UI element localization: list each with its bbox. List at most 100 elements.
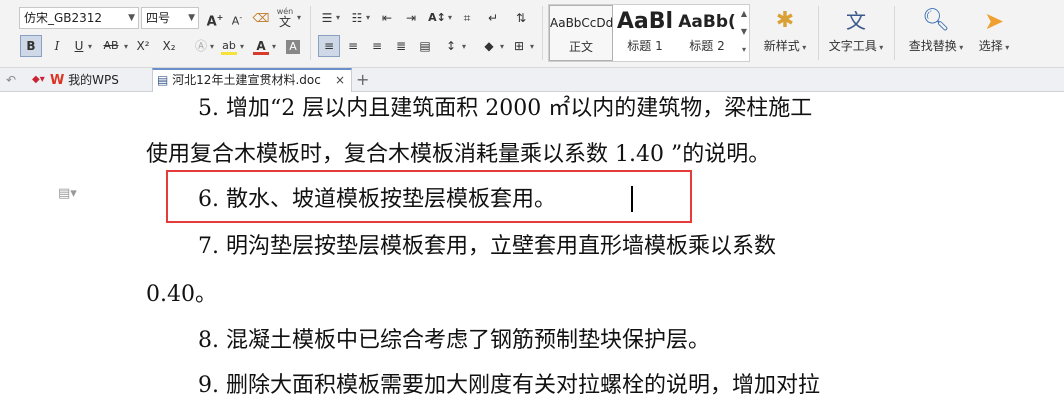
paragraph-line: 0.40。 xyxy=(146,282,217,307)
shading-button[interactable]: ◆ xyxy=(478,35,500,57)
new-style-button[interactable]: ✱ 新样式 ▾ xyxy=(756,4,814,62)
decrease-indent-button[interactable]: ⇤ xyxy=(376,7,398,29)
style-heading-1[interactable]: AaBl 标题 1 xyxy=(613,5,677,61)
line-spacing-icon: ↕ xyxy=(445,39,457,53)
style-preview: AaBl xyxy=(616,9,674,34)
chevron-down-icon[interactable]: ▾ xyxy=(500,42,504,51)
chevron-down-icon[interactable]: ▾ xyxy=(366,13,370,22)
underline-button[interactable]: U xyxy=(68,35,90,57)
tab-document[interactable]: ▤ 河北12年土建宣贯材料.doc × xyxy=(152,68,352,92)
sort-icon: ⇅ xyxy=(515,11,527,25)
chevron-down-icon[interactable]: ▾ xyxy=(240,42,244,51)
style-heading-2[interactable]: AaBb( 标题 2 xyxy=(677,5,737,61)
style-label: 正文 xyxy=(568,40,593,54)
gallery-down-icon[interactable]: ▼ xyxy=(739,23,749,41)
case-change-button[interactable]: A↕ xyxy=(426,7,448,29)
show-marks-button[interactable]: ↵ xyxy=(482,7,504,29)
text-effect-button[interactable]: Ⓐ xyxy=(190,35,212,57)
borders-icon: ⊞ xyxy=(513,39,525,53)
numbered-list-button[interactable]: ☷ xyxy=(346,7,368,29)
paragraph-line: 7. 明沟垫层按垫层模板套用，立壁套用直形墙模板乘以系数 xyxy=(198,234,776,259)
align-right-button[interactable]: ≡ xyxy=(366,35,388,57)
chevron-down-icon[interactable]: ▾ xyxy=(530,42,534,51)
text-tools-button[interactable]: 文 文字工具 ▾ xyxy=(824,4,888,62)
back-arrow-icon[interactable]: ↶ xyxy=(6,68,16,92)
chevron-down-icon[interactable]: ▾ xyxy=(210,42,214,51)
char-shading-button[interactable]: A xyxy=(282,35,304,57)
justify-button[interactable]: ≣ xyxy=(390,35,412,57)
select-button[interactable]: ➤ 选择 ▾ xyxy=(972,4,1016,62)
bullet-list-icon: ☰ xyxy=(321,11,333,25)
find-replace-button[interactable]: 🔍︎ 查找替换 ▾ xyxy=(902,4,970,62)
chinese-layout-button[interactable]: ⌗ xyxy=(456,7,478,29)
italic-button[interactable]: I xyxy=(46,35,68,57)
borders-button[interactable]: ⊞ xyxy=(508,35,530,57)
font-size-select[interactable]: 四号 ▼ xyxy=(141,7,199,29)
highlighter-icon: ab xyxy=(222,39,236,52)
outdent-icon: ⇤ xyxy=(381,11,393,25)
tab-label: 河北12年土建宣贯材料.doc xyxy=(172,73,321,87)
numbered-list-icon: ☷ xyxy=(351,11,363,25)
distribute-icon: ▤ xyxy=(419,39,431,53)
margin-paste-icon[interactable]: ▤▾ xyxy=(58,186,77,201)
subscript-button[interactable]: X₂ xyxy=(158,35,180,57)
font-color-icon: A xyxy=(256,39,266,53)
shrink-font-button[interactable]: A- xyxy=(226,7,248,29)
style-normal[interactable]: AaBbCcDd 正文 xyxy=(549,5,613,61)
chevron-down-icon[interactable]: ▾ xyxy=(448,13,452,22)
font-color-button[interactable]: A xyxy=(250,35,272,57)
paint-bucket-icon: ◆ xyxy=(484,39,494,53)
add-tab-icon[interactable]: + xyxy=(356,68,369,92)
strikethrough-button[interactable]: AB xyxy=(98,35,124,57)
chevron-down-icon[interactable]: ▾ xyxy=(462,42,466,51)
document-tab-bar: ↶ ◆▾ W 我的WPS ▤ 河北12年土建宣贯材料.doc × + xyxy=(0,68,1064,92)
chevron-down-icon[interactable]: ▾ xyxy=(124,42,128,51)
bullet-list-button[interactable]: ☰ xyxy=(316,7,338,29)
distribute-button[interactable]: ▤ xyxy=(414,35,436,57)
sort-button[interactable]: ⇅ xyxy=(510,7,532,29)
paragraph-line: 使用复合木模板时，复合木模板消耗量乘以系数 1.40 ”的说明。 xyxy=(146,142,771,167)
separator xyxy=(310,6,311,60)
chevron-down-icon: ▼ xyxy=(128,13,135,23)
text-caret xyxy=(631,186,633,212)
chevron-down-icon[interactable]: ▾ xyxy=(336,13,340,22)
line-spacing-button[interactable]: ↕ xyxy=(440,35,462,57)
justify-icon: ≣ xyxy=(395,39,407,53)
select-label: 选择 xyxy=(978,39,1003,53)
separator xyxy=(542,6,543,60)
style-label: 标题 2 xyxy=(689,39,725,53)
char-shading-icon: A xyxy=(286,40,300,54)
align-center-icon: ≡ xyxy=(347,39,359,53)
phonetic-guide-button[interactable]: wén 文 xyxy=(274,5,296,28)
separator xyxy=(818,6,819,60)
grow-font-button[interactable]: A+ xyxy=(204,7,226,29)
highlight-button[interactable]: ab xyxy=(218,35,240,57)
align-left-button[interactable]: ≡ xyxy=(318,35,340,57)
chevron-down-icon[interactable]: ▾ xyxy=(272,42,276,51)
case-change-icon: A↕ xyxy=(428,11,446,24)
align-center-button[interactable]: ≡ xyxy=(342,35,364,57)
indent-icon: ⇥ xyxy=(405,11,417,25)
close-icon[interactable]: × xyxy=(335,70,345,90)
grow-font-icon: A xyxy=(206,14,217,30)
style-preview: AaBb( xyxy=(678,12,736,32)
gallery-more-icon[interactable]: ▾ xyxy=(739,41,749,59)
ribbon-toolbar: 仿宋_GB2312 ▼ 四号 ▼ A+ A- ⌫ wén 文 ▾ B I U ▾… xyxy=(0,0,1064,68)
font-color-bar xyxy=(253,52,269,55)
paragraph-line: 9. 删除大面积模板需要加大刚度有关对拉螺栓的说明，增加对拉 xyxy=(198,373,820,398)
font-name-select[interactable]: 仿宋_GB2312 ▼ xyxy=(19,7,139,29)
bold-button[interactable]: B xyxy=(20,35,42,57)
superscript-button[interactable]: X² xyxy=(132,35,154,57)
chevron-down-icon[interactable]: ▾ xyxy=(297,13,301,22)
style-label: 标题 1 xyxy=(627,39,663,53)
pin-icon[interactable]: ◆▾ xyxy=(32,68,45,92)
gallery-up-icon[interactable]: ▲ xyxy=(739,5,749,23)
eraser-icon: ⌫ xyxy=(252,11,270,25)
increase-indent-button[interactable]: ⇥ xyxy=(400,7,422,29)
clear-format-button[interactable]: ⌫ xyxy=(250,7,272,29)
tab-label: 我的WPS xyxy=(68,73,119,87)
paragraph-line: 8. 混凝土模板中已综合考虑了钢筋预制垫块保护层。 xyxy=(198,328,710,353)
find-replace-label: 查找替换 xyxy=(908,39,957,53)
chevron-down-icon[interactable]: ▾ xyxy=(88,42,92,51)
tab-my-wps[interactable]: W 我的WPS xyxy=(50,68,150,92)
